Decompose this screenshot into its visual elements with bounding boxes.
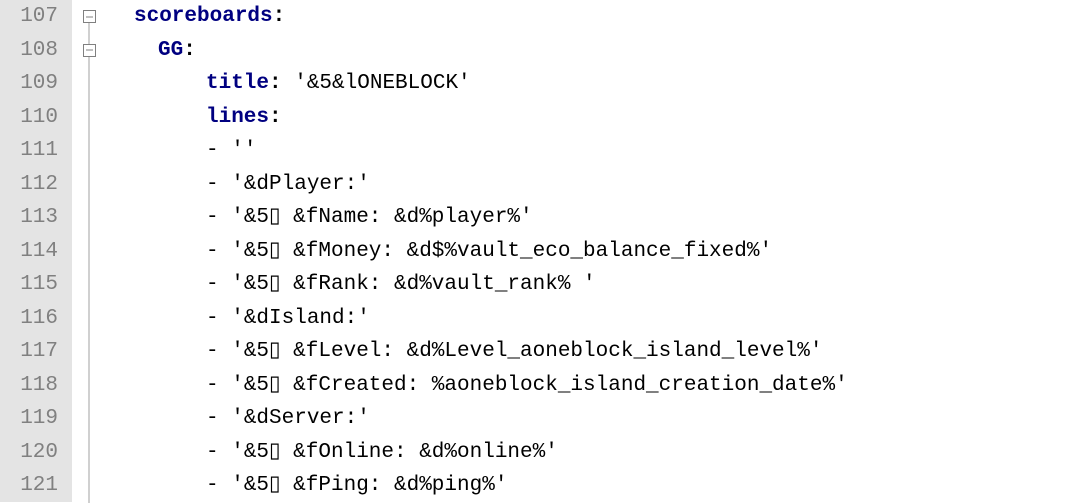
- code-line[interactable]: - '&5▯ &fRank: &d%vault_rank% ': [110, 268, 1089, 302]
- yaml-value: '&5▯ &fCreated: %aoneblock_island_creati…: [231, 374, 847, 397]
- line-number: 110: [0, 101, 58, 135]
- code-line[interactable]: - '&5▯ &fLevel: &d%Level_aoneblock_islan…: [110, 335, 1089, 369]
- fold-toggle[interactable]: [72, 34, 106, 68]
- code-line[interactable]: - '&dPlayer:': [110, 168, 1089, 202]
- line-number: 108: [0, 34, 58, 68]
- yaml-key: GG: [158, 39, 183, 62]
- yaml-value: '&dServer:': [231, 407, 370, 430]
- code-line[interactable]: - '&5▯ &fOnline: &d%online%': [110, 436, 1089, 470]
- line-number: 121: [0, 469, 58, 503]
- fold-guide: [72, 302, 106, 336]
- line-number: 114: [0, 235, 58, 269]
- code-line[interactable]: - '&dServer:': [110, 402, 1089, 436]
- fold-minus-icon[interactable]: [83, 10, 96, 23]
- yaml-key: scoreboards: [134, 5, 273, 28]
- line-number: 116: [0, 302, 58, 336]
- fold-guide: [72, 469, 106, 503]
- yaml-value: '': [231, 139, 256, 162]
- fold-guide: [72, 67, 106, 101]
- yaml-value: '&5▯ &fOnline: &d%online%': [231, 441, 558, 464]
- code-line[interactable]: GG:: [110, 34, 1089, 68]
- yaml-dash: -: [206, 307, 231, 330]
- line-number-gutter: 1071081091101111121131141151161171181191…: [0, 0, 72, 502]
- code-line[interactable]: lines:: [110, 101, 1089, 135]
- code-line[interactable]: - '&5▯ &fPing: &d%ping%': [110, 469, 1089, 502]
- fold-column: [72, 0, 106, 502]
- yaml-dash: -: [206, 173, 231, 196]
- yaml-dash: -: [206, 407, 231, 430]
- yaml-colon: :: [269, 106, 282, 129]
- code-line[interactable]: - '&5▯ &fName: &d%player%': [110, 201, 1089, 235]
- fold-guide: [72, 201, 106, 235]
- yaml-colon: :: [183, 39, 196, 62]
- code-line[interactable]: title: '&5&lONEBLOCK': [110, 67, 1089, 101]
- code-line[interactable]: - '&dIsland:': [110, 302, 1089, 336]
- code-line[interactable]: - '&5▯ &fCreated: %aoneblock_island_crea…: [110, 369, 1089, 403]
- code-line[interactable]: - '&5▯ &fMoney: &d$%vault_eco_balance_fi…: [110, 235, 1089, 269]
- yaml-dash: -: [206, 139, 231, 162]
- line-number: 117: [0, 335, 58, 369]
- fold-guide: [72, 268, 106, 302]
- line-number: 107: [0, 0, 58, 34]
- line-number: 119: [0, 402, 58, 436]
- fold-guide: [72, 402, 106, 436]
- yaml-dash: -: [206, 374, 231, 397]
- line-number: 115: [0, 268, 58, 302]
- fold-guide: [72, 436, 106, 470]
- yaml-dash: -: [206, 340, 231, 363]
- fold-minus-icon[interactable]: [83, 44, 96, 57]
- fold-guide: [72, 168, 106, 202]
- yaml-value: '&dPlayer:': [231, 173, 370, 196]
- yaml-key: title: [206, 72, 269, 95]
- fold-toggle[interactable]: [72, 0, 106, 34]
- yaml-value: '&5&lONEBLOCK': [282, 72, 471, 95]
- yaml-colon: :: [269, 72, 282, 95]
- line-number: 113: [0, 201, 58, 235]
- code-area[interactable]: scoreboards:GG:title: '&5&lONEBLOCK'line…: [106, 0, 1089, 502]
- yaml-value: '&5▯ &fRank: &d%vault_rank% ': [231, 273, 595, 296]
- yaml-value: '&5▯ &fLevel: &d%Level_aoneblock_island_…: [231, 340, 822, 363]
- yaml-value: '&5▯ &fPing: &d%ping%': [231, 474, 507, 497]
- yaml-colon: :: [273, 5, 286, 28]
- fold-guide: [72, 235, 106, 269]
- code-line[interactable]: - '': [110, 134, 1089, 168]
- yaml-value: '&5▯ &fName: &d%player%': [231, 206, 532, 229]
- yaml-dash: -: [206, 206, 231, 229]
- line-number: 120: [0, 436, 58, 470]
- line-number: 112: [0, 168, 58, 202]
- fold-guide: [72, 101, 106, 135]
- line-number: 109: [0, 67, 58, 101]
- yaml-value: '&5▯ &fMoney: &d$%vault_eco_balance_fixe…: [231, 240, 772, 263]
- code-line[interactable]: scoreboards:: [110, 0, 1089, 34]
- fold-guide: [72, 134, 106, 168]
- line-number: 118: [0, 369, 58, 403]
- yaml-value: '&dIsland:': [231, 307, 370, 330]
- yaml-dash: -: [206, 441, 231, 464]
- yaml-dash: -: [206, 474, 231, 497]
- yaml-dash: -: [206, 273, 231, 296]
- yaml-dash: -: [206, 240, 231, 263]
- yaml-key: lines: [206, 106, 269, 129]
- fold-guide: [72, 369, 106, 403]
- fold-guide: [72, 335, 106, 369]
- line-number: 111: [0, 134, 58, 168]
